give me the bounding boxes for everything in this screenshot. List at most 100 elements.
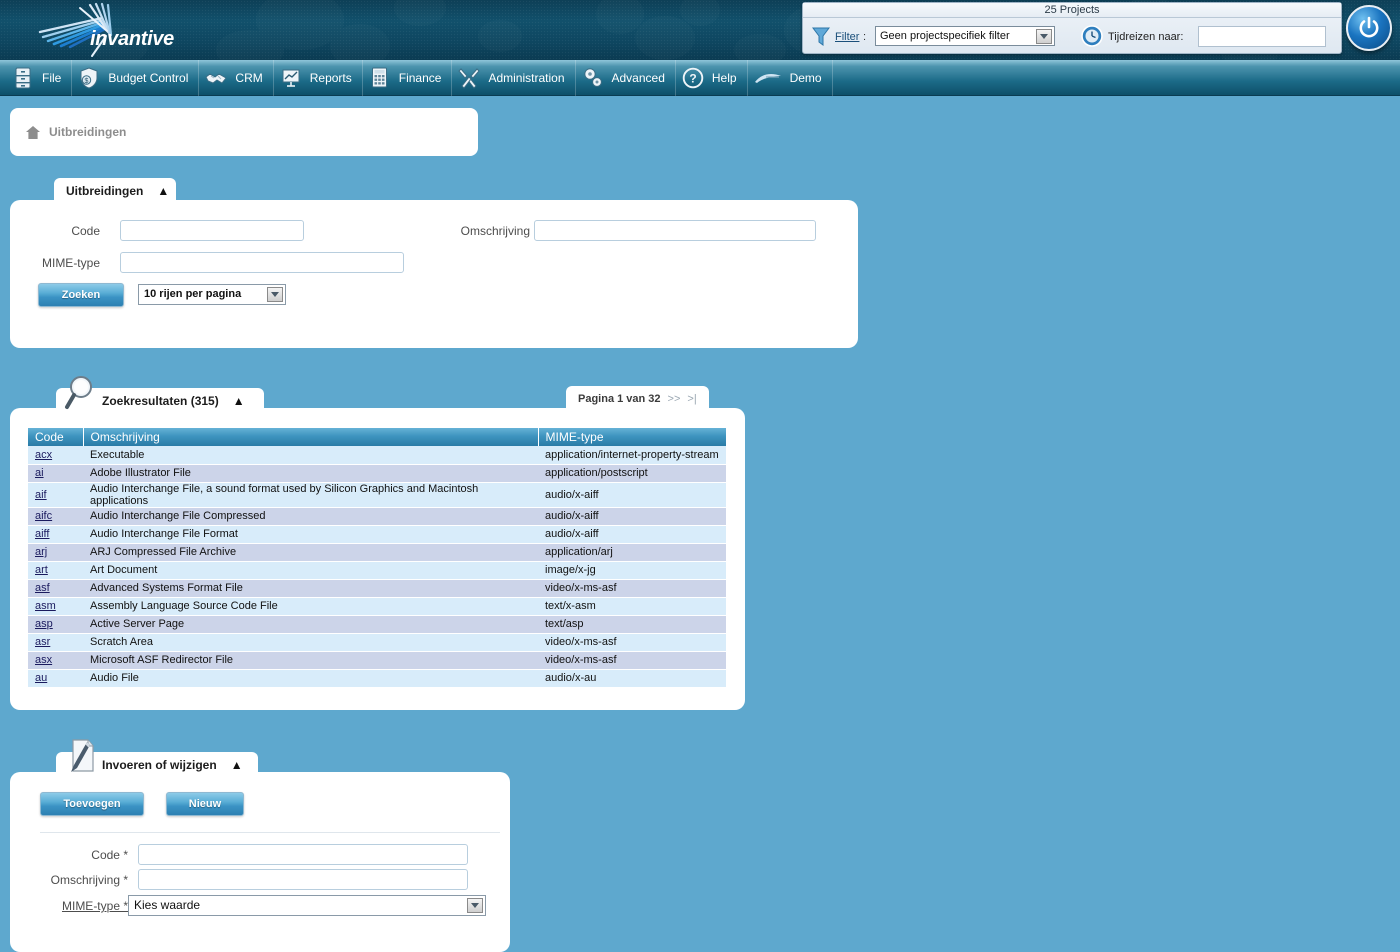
column-header-mime-type[interactable]: MIME-type: [538, 428, 726, 446]
project-filter-value: Geen projectspecifiek filter: [880, 30, 1010, 42]
code-link[interactable]: ai: [35, 467, 44, 479]
filter-link[interactable]: Filter: [835, 31, 859, 43]
cell-mime-type: text/x-asm: [538, 597, 726, 616]
magnifier-icon: [65, 376, 92, 409]
home-icon[interactable]: [26, 125, 40, 139]
menu-item-budget-control[interactable]: $ Budget Control: [72, 59, 200, 96]
table-row[interactable]: ai Adobe Illustrator File application/post…: [28, 464, 726, 483]
time-travel-label: Tijdreizen naar:: [1108, 31, 1184, 43]
results-panel-tab[interactable]: Zoekresultaten (315) ▲: [56, 376, 264, 413]
table-row[interactable]: art Art Document image/x-jg: [28, 561, 726, 580]
menu-label-administration: Administration: [488, 70, 565, 85]
collapse-chevron-icon[interactable]: ▲: [157, 185, 169, 197]
search-panel-title: Uitbreidingen: [66, 183, 144, 198]
code-link[interactable]: aif: [35, 489, 47, 501]
menu-item-advanced[interactable]: Advanced: [576, 59, 676, 96]
edit-mime-select[interactable]: Kies waarde: [128, 895, 486, 916]
table-row[interactable]: acx Executable application/internet-proper…: [28, 446, 726, 465]
edit-mime-label[interactable]: MIME-type *: [38, 899, 128, 913]
chevron-down-icon[interactable]: [467, 898, 483, 913]
edit-panel-title: Invoeren of wijzigen: [102, 757, 217, 772]
code-link[interactable]: art: [35, 564, 48, 576]
cell-code: ai: [28, 464, 83, 483]
table-row[interactable]: asr Scratch Area video/x-ms-asf: [28, 633, 726, 652]
table-row[interactable]: asx Microsoft ASF Redirector File video/x-…: [28, 651, 726, 670]
menu-item-finance[interactable]: Finance: [363, 59, 453, 96]
cell-omschrijving: Audio Interchange File Compressed: [83, 507, 538, 526]
cell-omschrijving: ARJ Compressed File Archive: [83, 543, 538, 562]
pager-last-button[interactable]: >|: [687, 393, 696, 405]
cell-code: au: [28, 669, 83, 688]
pager-next-button[interactable]: >>: [668, 393, 681, 405]
results-table: Code Omschrijving MIME-type acx Executabl…: [28, 428, 726, 688]
calculator-icon: [369, 66, 391, 90]
time-travel-input[interactable]: [1198, 26, 1326, 47]
code-link[interactable]: au: [35, 672, 47, 684]
power-button[interactable]: [1346, 5, 1392, 51]
chevron-down-icon[interactable]: [1036, 29, 1052, 44]
code-link[interactable]: asp: [35, 618, 53, 630]
menu-item-demo[interactable]: Demo: [748, 59, 833, 96]
column-header-code[interactable]: Code: [28, 428, 84, 446]
invantive-logo[interactable]: invantive: [30, 2, 180, 58]
table-row[interactable]: aiff Audio Interchange File Format audio/x…: [28, 525, 726, 544]
menu-item-reports[interactable]: Reports: [274, 59, 363, 96]
collapse-chevron-icon[interactable]: ▲: [231, 759, 243, 771]
search-code-input[interactable]: [120, 220, 304, 241]
tools-icon: [458, 66, 481, 90]
header-banner: invantive 25 Projects Filter : Geen proj…: [0, 0, 1400, 60]
table-row[interactable]: au Audio File audio/x-au: [28, 669, 726, 688]
code-link[interactable]: aiff: [35, 528, 49, 540]
search-omschrijving-input[interactable]: [534, 220, 816, 241]
chevron-down-icon[interactable]: [267, 287, 283, 302]
table-row[interactable]: asm Assembly Language Source Code File tex…: [28, 597, 726, 616]
search-panel-tab[interactable]: Uitbreidingen ▲: [54, 178, 176, 203]
code-link[interactable]: asx: [35, 654, 52, 666]
presentation-chart-icon: [280, 66, 302, 90]
filter-funnel-icon: [812, 27, 830, 46]
menu-item-file[interactable]: File: [0, 59, 73, 96]
cell-omschrijving: Adobe Illustrator File: [83, 464, 538, 483]
edit-panel-tab[interactable]: Invoeren of wijzigen ▲: [56, 739, 258, 777]
code-link[interactable]: aifc: [35, 510, 52, 522]
cell-code: acx: [28, 446, 83, 465]
menu-item-help[interactable]: ? Help: [676, 59, 748, 96]
table-row[interactable]: asp Active Server Page text/asp: [28, 615, 726, 634]
edit-code-input[interactable]: [138, 844, 468, 865]
cell-code: aiff: [28, 525, 83, 544]
code-link[interactable]: asf: [35, 582, 50, 594]
table-row[interactable]: arj ARJ Compressed File Archive applicatio…: [28, 543, 726, 562]
cell-mime-type: audio/x-aiff: [538, 482, 726, 508]
table-row[interactable]: aifc Audio Interchange File Compressed aud…: [28, 507, 726, 526]
code-link[interactable]: arj: [35, 546, 47, 558]
code-link[interactable]: acx: [35, 449, 52, 461]
cell-code: aifc: [28, 507, 83, 526]
code-link[interactable]: asm: [35, 600, 56, 612]
breadcrumb-label[interactable]: Uitbreidingen: [49, 125, 126, 139]
edit-omschrijving-input[interactable]: [138, 869, 468, 890]
cell-code: asx: [28, 651, 83, 670]
zoeken-button[interactable]: Zoeken: [38, 283, 124, 307]
code-link[interactable]: asr: [35, 636, 50, 648]
menu-item-crm[interactable]: CRM: [199, 59, 274, 96]
toevoegen-button[interactable]: Toevoegen: [40, 792, 144, 816]
search-mime-input[interactable]: [120, 252, 404, 273]
project-filter-box: 25 Projects Filter : Geen projectspecifi…: [802, 2, 1342, 54]
search-code-label: Code: [71, 224, 100, 238]
column-header-omschrijving[interactable]: Omschrijving: [83, 428, 539, 446]
menu-label-finance: Finance: [398, 70, 442, 85]
search-panel-body: Code Omschrijving MIME-type Zoeken 10 ri…: [10, 200, 858, 348]
cell-code: asm: [28, 597, 83, 616]
nieuw-button[interactable]: Nieuw: [166, 792, 244, 816]
menu-item-administration[interactable]: Administration: [452, 59, 576, 96]
rows-per-page-select[interactable]: 10 rijen per pagina: [138, 284, 286, 305]
table-row[interactable]: aif Audio Interchange File, a sound forma…: [28, 482, 726, 508]
project-filter-select[interactable]: Geen projectspecifiek filter: [875, 26, 1055, 46]
collapse-chevron-icon[interactable]: ▲: [233, 395, 245, 407]
edit-code-label: Code *: [91, 848, 128, 862]
menu-empty-space: [833, 60, 1400, 96]
menu-label-budget-control: Budget Control: [108, 70, 189, 85]
swoosh-icon: [754, 66, 782, 90]
table-row[interactable]: asf Advanced Systems Format File video/x-m…: [28, 579, 726, 598]
cell-omschrijving: Audio Interchange File Format: [83, 525, 538, 544]
